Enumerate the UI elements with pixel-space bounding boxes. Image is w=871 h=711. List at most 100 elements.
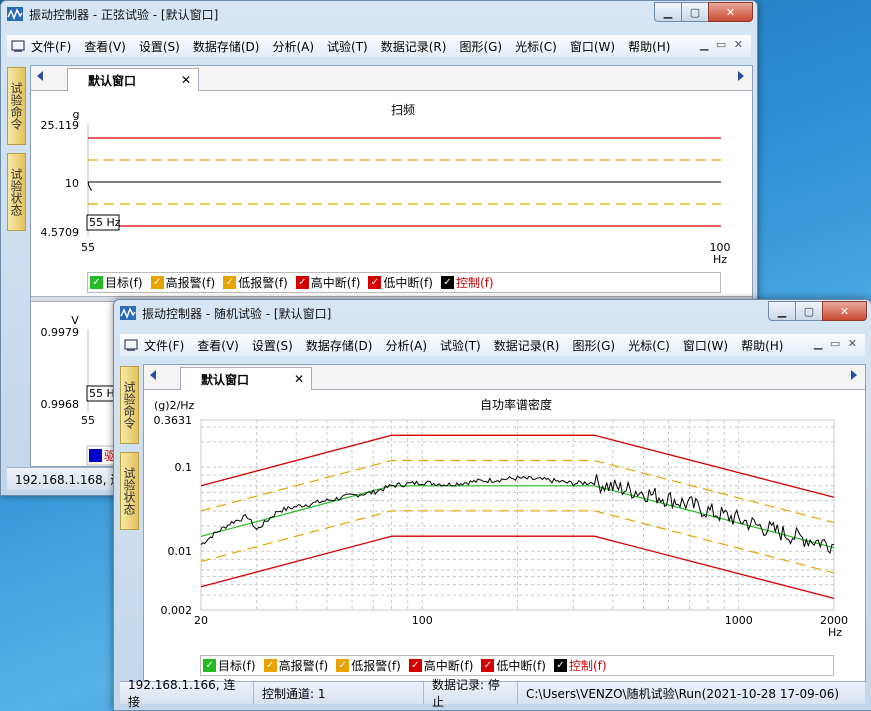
psd-grid xyxy=(200,419,835,611)
legend-target[interactable]: ✓ 目标(f) xyxy=(201,657,256,674)
y-tick-bottom: 0.9968 xyxy=(41,398,80,411)
menu-cursor[interactable]: 光标(C) xyxy=(515,38,557,55)
menu-graph[interactable]: 图形(G) xyxy=(459,38,502,55)
minimize-button[interactable]: ▁ xyxy=(768,301,796,321)
y-tick-top: 25.119 xyxy=(41,119,80,132)
side-tab-test-commands[interactable]: 试验命令 xyxy=(7,67,26,145)
x-tick-55: 55 xyxy=(81,241,95,254)
tab-scroll-right-icon[interactable] xyxy=(738,71,744,81)
legend-high-abort[interactable]: ✓ 高中断(f) xyxy=(294,274,360,291)
menu-file[interactable]: 文件(F) xyxy=(144,337,184,354)
tab-close-icon[interactable]: ✕ xyxy=(294,372,304,386)
tab-scroll-right-icon[interactable] xyxy=(851,370,857,380)
tab-scroll-left-icon[interactable] xyxy=(37,71,43,81)
control-trace xyxy=(87,181,92,191)
x-tick-label: 20 xyxy=(194,614,208,627)
tab-default-window[interactable]: 默认窗口 ✕ xyxy=(67,68,199,91)
chart-title: 自功率谱密度 xyxy=(480,397,552,412)
y-tick-label: 0.1 xyxy=(175,461,193,474)
menu-window[interactable]: 窗口(W) xyxy=(683,337,728,354)
sweep-chart[interactable]: 扫频 g 25.119 10 4.5709 55 Hz 55 100 Hz xyxy=(31,94,751,296)
legend-high-alarm[interactable]: ✓ 高报警(f) xyxy=(149,274,215,291)
check-icon[interactable]: ✓ xyxy=(90,276,103,289)
menu-test[interactable]: 试验(T) xyxy=(440,337,481,354)
y-tick-label: 0.002 xyxy=(161,604,193,617)
menu-help[interactable]: 帮助(H) xyxy=(741,337,783,354)
menu-data-record[interactable]: 数据记录(R) xyxy=(494,337,560,354)
close-button[interactable]: ✕ xyxy=(822,301,867,321)
y-tick-top: 0.9979 xyxy=(41,326,80,339)
legend-low-abort[interactable]: ✓ 低中断(f) xyxy=(366,274,433,291)
side-tab-test-status[interactable]: 试验状态 xyxy=(7,153,26,231)
check-icon[interactable]: ✓ xyxy=(263,659,277,672)
menu-file[interactable]: 文件(F) xyxy=(31,38,71,55)
menu-data-storage[interactable]: 数据存储(D) xyxy=(306,337,373,354)
side-tab-test-status[interactable]: 试验状态 xyxy=(120,452,139,530)
menu-cursor[interactable]: 光标(C) xyxy=(628,337,670,354)
check-icon[interactable]: ✓ xyxy=(368,276,382,289)
x-axis-unit: Hz xyxy=(828,626,842,639)
x-tick-label: 100 xyxy=(412,614,433,627)
menu-analysis[interactable]: 分析(A) xyxy=(385,337,427,354)
cursor-label: 55 Hz xyxy=(89,216,121,229)
status-channel: 控制通道: 1 xyxy=(254,682,424,704)
legend-low-alarm[interactable]: ✓ 低报警(f) xyxy=(221,274,288,291)
x-tick-label: 1000 xyxy=(725,614,753,627)
menu-grip-icon xyxy=(11,40,25,52)
legend-control[interactable]: ✓ 控制(f) xyxy=(439,274,494,291)
check-icon[interactable]: ✓ xyxy=(440,276,454,289)
legend-high-alarm[interactable]: ✓ 高报警(f) xyxy=(262,657,328,674)
check-icon[interactable]: ✓ xyxy=(295,276,309,289)
check-icon[interactable]: ✓ xyxy=(336,659,350,672)
menu-help[interactable]: 帮助(H) xyxy=(628,38,670,55)
check-icon[interactable]: ✓ xyxy=(150,276,164,289)
check-icon[interactable]: ✓ xyxy=(408,659,422,672)
check-icon[interactable] xyxy=(89,449,102,462)
check-icon[interactable]: ✓ xyxy=(553,659,567,672)
y-axis-unit: (g)2/Hz xyxy=(154,399,195,412)
status-path: C:\Users\VENZO\随机试验\Run(2021-10-28 17-09… xyxy=(526,686,840,701)
y-tick-label: 0.01 xyxy=(168,545,193,558)
mdi-controls[interactable]: ▁ ▭ ✕ xyxy=(814,337,859,350)
menu-test[interactable]: 试验(T) xyxy=(327,38,368,55)
random-test-window[interactable]: 振动控制器 - 随机试验 - [默认窗口] ▁ ▢ ✕ 文件(F) 查看(V) … xyxy=(113,299,871,711)
check-icon[interactable]: ✓ xyxy=(223,276,237,289)
title-bar[interactable]: 振动控制器 - 正弦试验 - [默认窗口] ▁ ▢ ✕ xyxy=(1,1,757,27)
menu-settings[interactable]: 设置(S) xyxy=(252,337,293,354)
tab-close-icon[interactable]: ✕ xyxy=(181,73,191,87)
document-area: 默认窗口 ✕ 自功率谱密度 (g)2/Hz 0.3631 0.1 0.01 0.002 20… xyxy=(143,364,866,682)
menu-settings[interactable]: 设置(S) xyxy=(139,38,180,55)
psd-legend: ✓ 目标(f) ✓ 高报警(f) ✓ 低报警(f) ✓ 高中断(f) ✓ 低中断(f) ✓… xyxy=(200,655,834,676)
menu-view[interactable]: 查看(V) xyxy=(84,38,126,55)
x-axis-unit: Hz xyxy=(713,253,727,266)
legend-low-alarm[interactable]: ✓ 低报警(f) xyxy=(334,657,401,674)
document-tab-strip: 默认窗口 ✕ xyxy=(31,66,752,91)
plot-frame xyxy=(200,419,835,611)
menu-view[interactable]: 查看(V) xyxy=(197,337,239,354)
y-tick-bottom: 4.5709 xyxy=(41,226,80,239)
legend-low-abort[interactable]: ✓ 低中断(f) xyxy=(479,657,546,674)
mdi-controls[interactable]: ▁ ▭ ✕ xyxy=(700,38,745,51)
tab-default-window[interactable]: 默认窗口 ✕ xyxy=(180,367,312,390)
menu-window[interactable]: 窗口(W) xyxy=(570,38,615,55)
y-tick-label: 0.3631 xyxy=(154,414,193,427)
tab-scroll-left-icon[interactable] xyxy=(150,370,156,380)
side-tab-test-commands[interactable]: 试验命令 xyxy=(120,366,139,444)
close-button[interactable]: ✕ xyxy=(708,2,753,22)
psd-chart[interactable]: 自功率谱密度 (g)2/Hz 0.3631 0.1 0.01 0.00220 100 1000… xyxy=(144,390,864,655)
title-bar[interactable]: 振动控制器 - 随机试验 - [默认窗口] ▁ ▢ ✕ xyxy=(114,300,871,326)
check-icon[interactable]: ✓ xyxy=(481,659,495,672)
menu-data-storage[interactable]: 数据存储(D) xyxy=(193,38,260,55)
maximize-button[interactable]: ▢ xyxy=(681,2,709,22)
menu-data-record[interactable]: 数据记录(R) xyxy=(381,38,447,55)
menu-analysis[interactable]: 分析(A) xyxy=(272,38,314,55)
sweep-legend: ✓ 目标(f) ✓ 高报警(f) ✓ 低报警(f) ✓ 高中断(f) ✓ 低中断(f) ✓… xyxy=(87,272,721,293)
menu-graph[interactable]: 图形(G) xyxy=(572,337,615,354)
legend-control[interactable]: ✓ 控制(f) xyxy=(552,657,607,674)
window-title: 振动控制器 - 随机试验 - [默认窗口] xyxy=(142,307,332,321)
check-icon[interactable]: ✓ xyxy=(203,659,216,672)
maximize-button[interactable]: ▢ xyxy=(795,301,823,321)
minimize-button[interactable]: ▁ xyxy=(654,2,682,22)
legend-high-abort[interactable]: ✓ 高中断(f) xyxy=(407,657,473,674)
legend-target[interactable]: ✓ 目标(f) xyxy=(88,274,143,291)
